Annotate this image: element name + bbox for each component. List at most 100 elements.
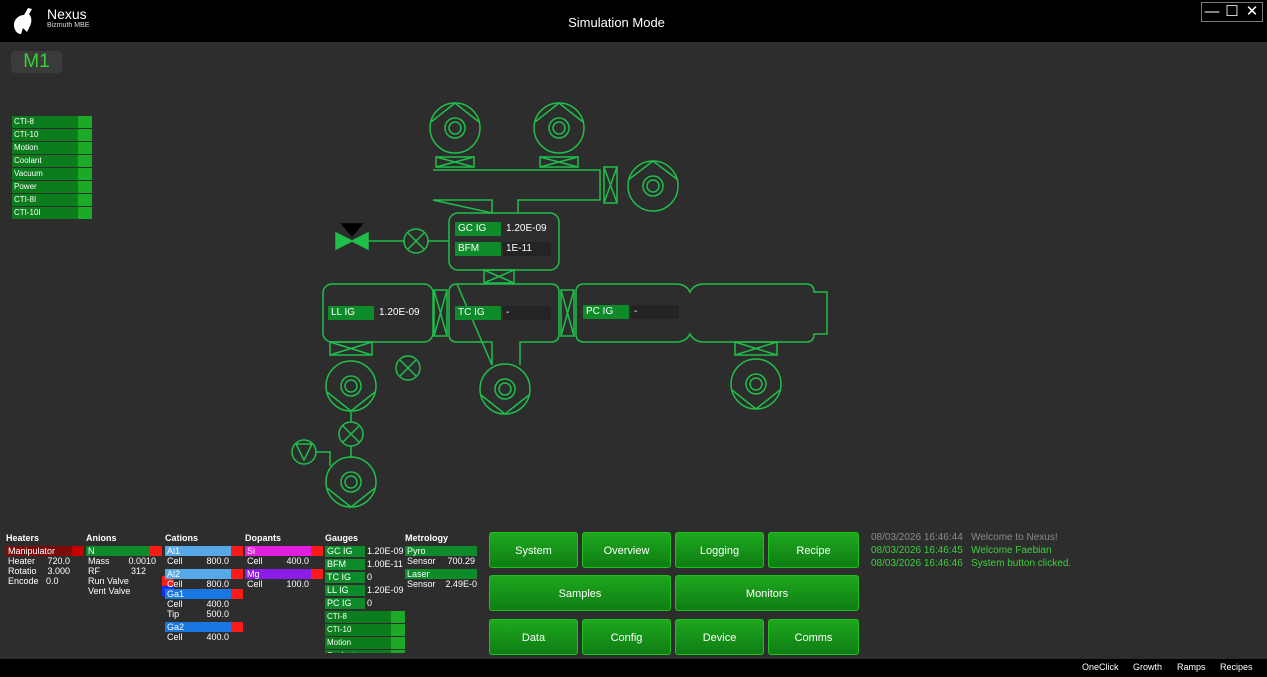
top-right-pump[interactable] [533, 102, 585, 168]
cation-header[interactable]: Al1 [165, 546, 243, 556]
panel-title: Heaters [6, 533, 40, 543]
heater-row: Rotatio 3.000 [8, 566, 70, 576]
gauge-value: - [631, 305, 679, 319]
gauge-status-item: CTI-10 [325, 624, 405, 636]
metrology-header[interactable]: Pyro [405, 546, 477, 556]
dopant-row: Cell 100.0 [247, 579, 309, 589]
pc-ig-gauge: PC IG - [583, 305, 679, 319]
anion-row: Mass 0.0010 [88, 556, 156, 566]
panel-title: Cations [165, 533, 199, 543]
log-entry: 08/03/2026 16:46:45 Welcome Faebian [871, 545, 1052, 556]
config-button[interactable]: Config [582, 619, 671, 655]
overview-button[interactable]: Overview [582, 532, 671, 568]
gauge-label: TC IG [455, 306, 501, 320]
anion-row: RF 312 [88, 566, 146, 576]
cation-header[interactable]: Al2 [165, 569, 243, 579]
dopant-header[interactable]: Si [245, 546, 323, 556]
heater-row: Encode 0.0 [8, 576, 59, 586]
prep-pump[interactable] [730, 358, 782, 410]
chamber-schematic [291, 102, 828, 508]
gauge-value: 1E-11 [503, 242, 551, 256]
heaters-panel: Heaters Manipulator Heater 720.0 Rotatio 3… [6, 533, 84, 586]
data-button[interactable]: Data [489, 619, 578, 655]
device-button[interactable]: Device [675, 619, 764, 655]
cation-row: Cell 400.0 [167, 599, 229, 609]
log-entry: 08/03/2026 16:46:46 System button clicke… [871, 558, 1072, 569]
gauge-value: 1.20E-09 [506, 223, 547, 234]
dopant-status-indicator [311, 569, 323, 579]
logging-button[interactable]: Logging [675, 532, 764, 568]
vent-valve[interactable] [291, 439, 331, 466]
ll-ig-gauge: LL IG 1.20E-09 [328, 306, 424, 320]
metrology-header[interactable]: Laser [405, 569, 477, 579]
gauge-status-item: Coolant [325, 650, 405, 653]
monitors-button[interactable]: Monitors [675, 575, 859, 611]
cation-header[interactable]: Ga2 [165, 622, 243, 632]
gauges-panel: Gauges GC IG 1.20E-09 BFM 1.00E-11 TC IG 0 … [325, 533, 405, 654]
cation-row: Tip 500.0 [167, 609, 229, 619]
panel-title: Metrology [405, 533, 449, 543]
recipe-button[interactable]: Recipe [768, 532, 859, 568]
cation-header[interactable]: Ga1 [165, 589, 243, 599]
gauge-label: BFM [455, 242, 501, 256]
bfm-gauge: BFM 1E-11 [455, 242, 551, 256]
anions-panel: Anions N Mass 0.0010 RF 312 Run Valve Vent… [86, 533, 174, 596]
anion-name: N [88, 546, 95, 556]
run-valve-row[interactable]: Run Valve [86, 576, 174, 586]
panel-title: Gauges [325, 533, 359, 543]
samples-button[interactable]: Samples [489, 575, 671, 611]
dopant-status-indicator [311, 546, 323, 556]
gauge-label: PC IG [583, 305, 629, 319]
gauge-label: LL IG [328, 306, 374, 320]
panel-title: Anions [86, 533, 117, 543]
transfer-chamber[interactable] [448, 283, 560, 366]
metrology-row: Sensor 2.49E-0 [407, 579, 477, 589]
cations-panel: Cations Al1 Cell 800.0 Al2 Cell 800.0 Ga1 … [165, 533, 243, 642]
metrology-row: Sensor 700.29 [407, 556, 475, 566]
gauge-row: GC IG 1.20E-09 [325, 546, 404, 557]
heater-name: Manipulator [8, 546, 56, 556]
gauge-value: 1.20E-09 [379, 307, 420, 318]
heater-header[interactable]: Manipulator [6, 546, 84, 556]
gauge-row: TC IG 0 [325, 572, 373, 583]
anion-status-indicator [150, 546, 162, 556]
cation-status-indicator [231, 589, 243, 599]
transfer-pump[interactable] [479, 363, 531, 415]
gauge-status-item: Motion [325, 637, 405, 649]
recipes-link[interactable]: Recipes [1220, 662, 1253, 672]
dopant-header[interactable]: Mg [245, 569, 323, 579]
heater-row: Heater 720.0 [8, 556, 70, 566]
dopants-panel: Dopants Si Cell 400.0 Mg Cell 100.0 [245, 533, 323, 589]
gauge-label: GC IG [455, 222, 501, 236]
cation-status-indicator [231, 546, 243, 556]
comms-button[interactable]: Comms [768, 619, 859, 655]
tc-ig-gauge: TC IG - [455, 306, 551, 320]
load-lock-pump[interactable] [325, 360, 377, 412]
gauge-row: PC IG 0 [325, 598, 373, 609]
bottom-bar [0, 659, 1267, 677]
gas-inlet-valve[interactable] [335, 223, 449, 254]
gauge-status-item: CTI-8 [325, 611, 405, 623]
roughing-pump[interactable] [325, 456, 377, 508]
top-left-pump[interactable] [429, 102, 481, 168]
log-entry: 08/03/2026 16:46:44 Welcome to Nexus! [871, 532, 1058, 543]
cation-row: Cell 800.0 [167, 579, 229, 589]
growth-link[interactable]: Growth [1133, 662, 1162, 672]
panel-title: Dopants [245, 533, 281, 543]
heater-status-indicator [72, 546, 84, 556]
oneclick-link[interactable]: OneClick [1082, 662, 1119, 672]
cation-row: Cell 800.0 [167, 556, 229, 566]
manifold-side-pump[interactable] [603, 160, 679, 212]
ramps-link[interactable]: Ramps [1177, 662, 1206, 672]
vent-valve-row[interactable]: Vent Valve [86, 586, 174, 596]
system-button[interactable]: System [489, 532, 578, 568]
anion-header[interactable]: N [86, 546, 162, 556]
gauge-value: - [503, 306, 551, 320]
metrology-panel: Metrology Pyro Sensor 700.29 Laser Sensor… [405, 533, 477, 589]
dopant-row: Cell 400.0 [247, 556, 309, 566]
cation-status-indicator [231, 622, 243, 632]
gauge-row: BFM 1.00E-11 [325, 559, 403, 570]
cation-row: Cell 400.0 [167, 632, 229, 642]
event-log: 08/03/2026 16:46:44 Welcome to Nexus! 08… [871, 531, 1071, 570]
gauge-row: LL IG 1.20E-09 [325, 585, 404, 596]
